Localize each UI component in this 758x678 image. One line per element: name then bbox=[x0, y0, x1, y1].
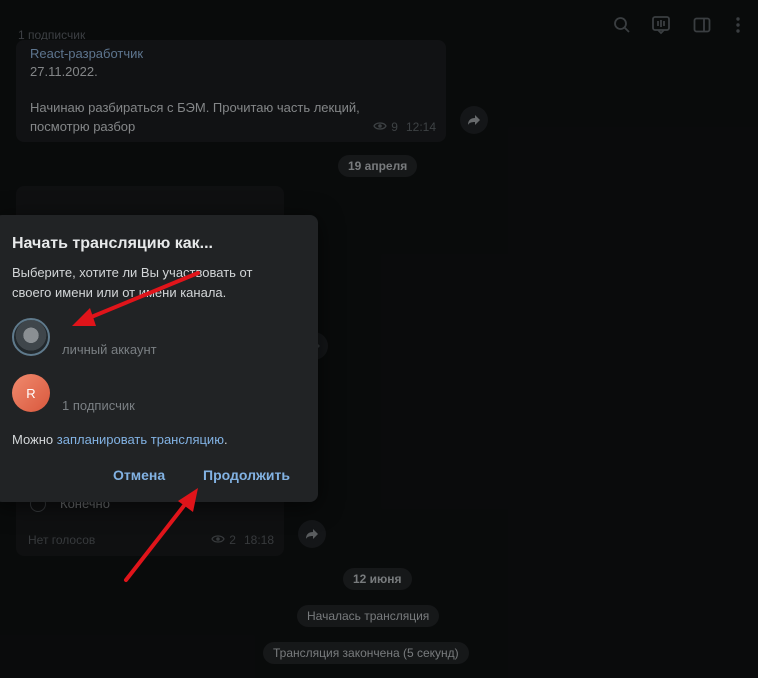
annotation-arrow-to-personal-account bbox=[72, 271, 200, 326]
annotation-arrow-to-continue bbox=[124, 488, 198, 582]
annotation-arrows bbox=[72, 271, 200, 582]
